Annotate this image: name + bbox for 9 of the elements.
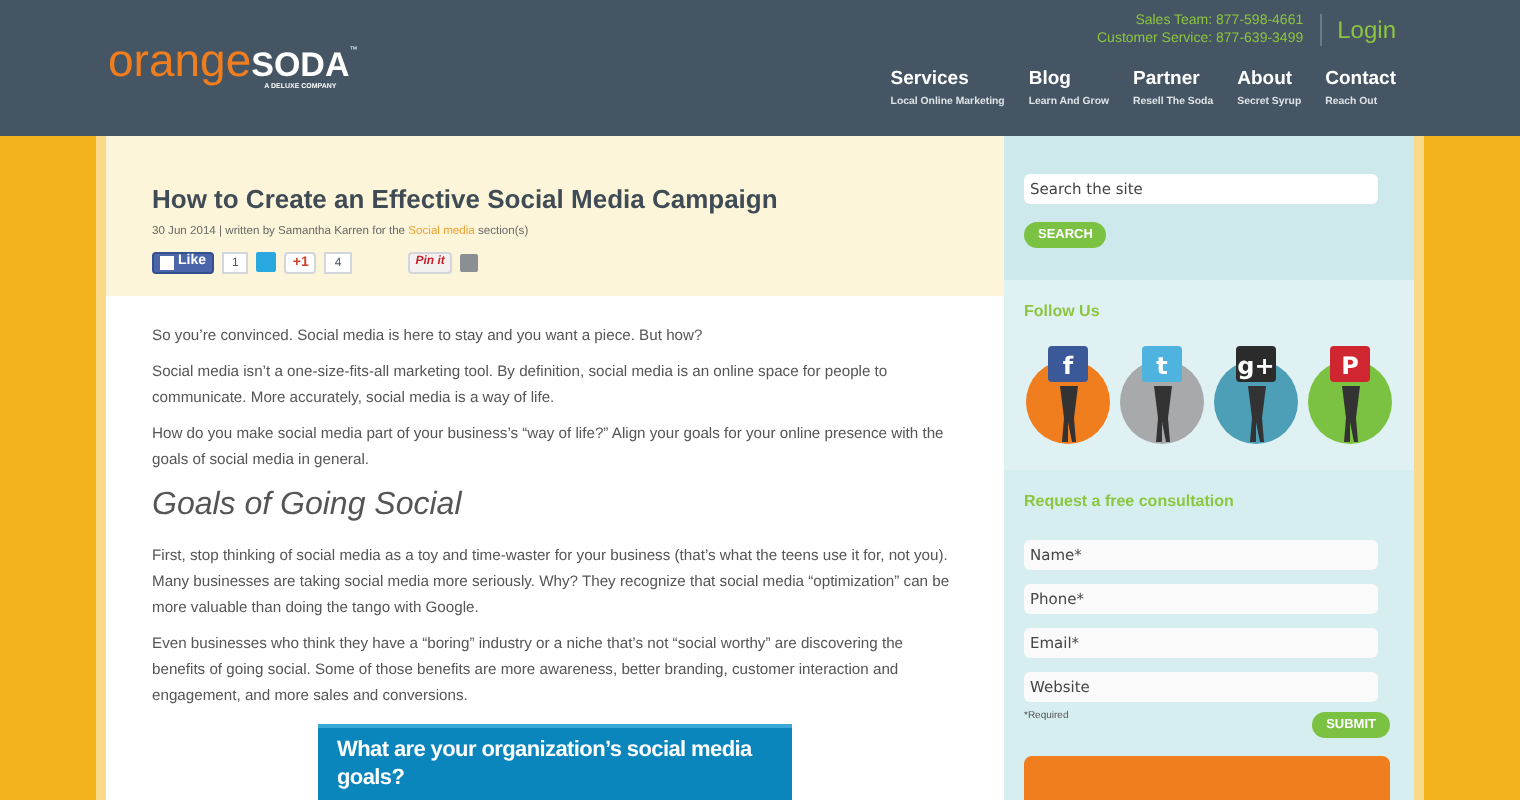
facebook-icon — [160, 255, 174, 270]
login-link[interactable]: Login — [1337, 12, 1396, 48]
email-icon[interactable] — [460, 253, 479, 272]
twitter-button[interactable] — [256, 252, 277, 273]
consultation-heading: Request a free consultation — [1024, 490, 1236, 514]
section-heading: Goals of Going Social — [152, 486, 465, 526]
article-title: How to Create an Effective Social Media Campaign — [152, 184, 780, 216]
follow-heading: Follow Us — [1024, 300, 1102, 324]
banner-heading: What are your organization’s social media goals? — [337, 736, 755, 792]
